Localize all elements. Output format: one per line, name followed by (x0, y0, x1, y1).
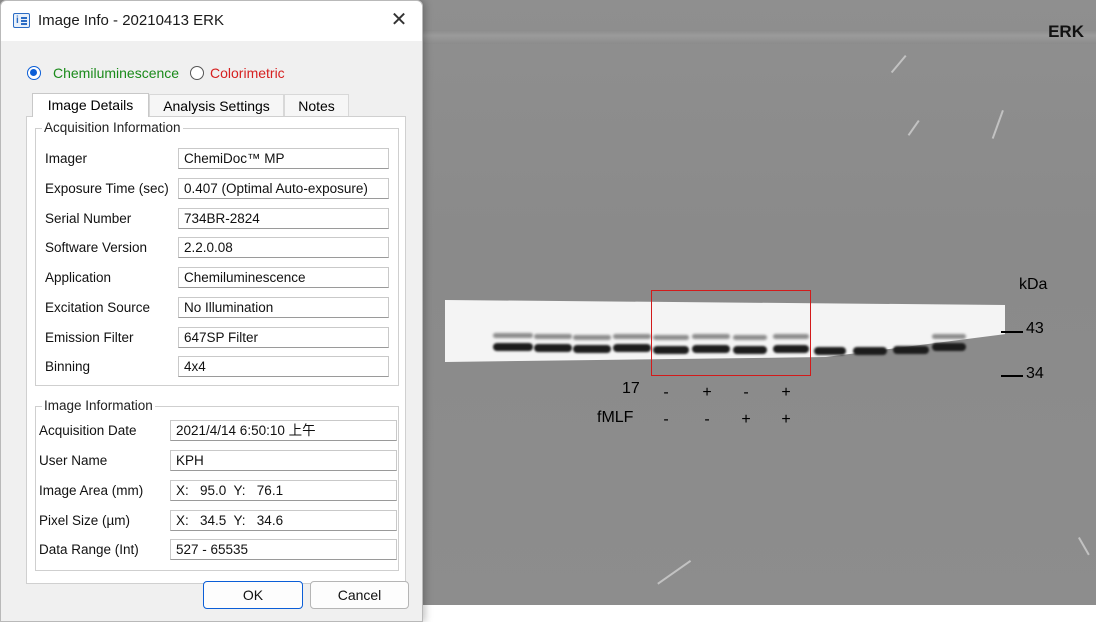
user-name-field[interactable]: KPH (170, 450, 397, 471)
emission-filter-field[interactable]: 647SP Filter (178, 327, 389, 348)
tab-image-details[interactable]: Image Details (32, 93, 149, 117)
protein-band (573, 345, 611, 353)
acquisition-date-label: Acquisition Date (39, 423, 137, 438)
treatment-sign: - (704, 411, 710, 428)
row-label-fmlf: fMLF (597, 409, 634, 426)
protein-band (613, 344, 651, 352)
protein-band-faint (573, 335, 611, 340)
excitation-source-field[interactable]: No Illumination (178, 297, 389, 318)
protein-band (814, 347, 846, 355)
user-name-label: User Name (39, 453, 108, 468)
marker-label-43: 43 (1026, 320, 1044, 337)
colorimetric-label[interactable]: Colorimetric (210, 65, 285, 81)
serial-number-field[interactable]: 734BR-2824 (178, 208, 389, 229)
radio-colorimetric[interactable] (190, 66, 204, 80)
treatment-sign: + (781, 411, 791, 428)
exposure-time-field[interactable]: 0.407 (Optimal Auto-exposure) (178, 178, 389, 199)
protein-band-faint (493, 333, 533, 338)
protein-band (853, 347, 887, 355)
treatment-sign: + (781, 384, 791, 401)
roi-highlight-box (651, 290, 811, 376)
imager-label: Imager (45, 151, 88, 166)
marker-tick-34 (1001, 375, 1023, 377)
protein-band-faint (932, 334, 966, 339)
title-bar[interactable]: i Image Info - 20210413 ERK ✕ (1, 1, 422, 41)
pixel-size-label: Pixel Size (µm) (39, 513, 131, 528)
tab-notes[interactable]: Notes (284, 94, 349, 116)
image-area-field[interactable]: X: 95.0 Y: 76.1 (170, 480, 397, 501)
blot-top-edge (418, 30, 1096, 44)
acquisition-info-title: Acquisition Information (42, 120, 183, 135)
blot-title: ERK (1048, 22, 1084, 41)
image-area-label: Image Area (mm) (39, 483, 144, 498)
marker-label-34: 34 (1026, 365, 1044, 382)
data-range-field[interactable]: 527 - 65535 (170, 539, 397, 560)
data-range-label: Data Range (Int) (39, 542, 139, 557)
emission-filter-label: Emission Filter (45, 330, 134, 345)
radio-chemiluminescence[interactable] (27, 66, 41, 80)
protein-band (534, 344, 572, 352)
protein-band-faint (613, 334, 651, 339)
protein-band (493, 343, 533, 351)
image-info-dialog: i Image Info - 20210413 ERK ✕ Chemilumin… (0, 0, 423, 622)
application-label: Application (45, 270, 112, 285)
excitation-source-label: Excitation Source (45, 300, 151, 315)
serial-number-label: Serial Number (45, 211, 132, 226)
marker-tick-43 (1001, 331, 1023, 333)
chemiluminescence-label[interactable]: Chemiluminescence (53, 65, 179, 81)
acquisition-date-field[interactable]: 2021/4/14 6:50:10 上午 (170, 420, 397, 441)
pixel-size-field[interactable]: X: 34.5 Y: 34.6 (170, 510, 397, 531)
binning-label: Binning (45, 359, 91, 374)
software-version-label: Software Version (45, 240, 148, 255)
info-icon: i (13, 13, 30, 28)
application-field[interactable]: Chemiluminescence (178, 267, 389, 288)
exposure-time-label: Exposure Time (sec) (45, 181, 169, 196)
treatment-sign: + (741, 411, 751, 428)
treatment-sign: + (702, 384, 712, 401)
kda-unit-label: kDa (1019, 276, 1048, 293)
binning-field[interactable]: 4x4 (178, 356, 389, 377)
row-label-17: 17 (622, 380, 640, 397)
image-info-title: Image Information (42, 398, 155, 413)
protein-band (932, 343, 966, 351)
ok-button[interactable]: OK (203, 581, 303, 609)
imager-field[interactable]: ChemiDoc™ MP (178, 148, 389, 169)
treatment-sign: - (663, 384, 669, 401)
close-icon[interactable]: ✕ (386, 7, 412, 33)
software-version-field[interactable]: 2.2.0.08 (178, 237, 389, 258)
window-title: Image Info - 20210413 ERK (38, 12, 224, 29)
cancel-button[interactable]: Cancel (310, 581, 409, 609)
treatment-sign: - (663, 411, 669, 428)
protein-band-faint (534, 334, 572, 339)
treatment-sign: - (743, 384, 749, 401)
protein-band (893, 346, 929, 354)
tab-analysis-settings[interactable]: Analysis Settings (149, 94, 284, 116)
